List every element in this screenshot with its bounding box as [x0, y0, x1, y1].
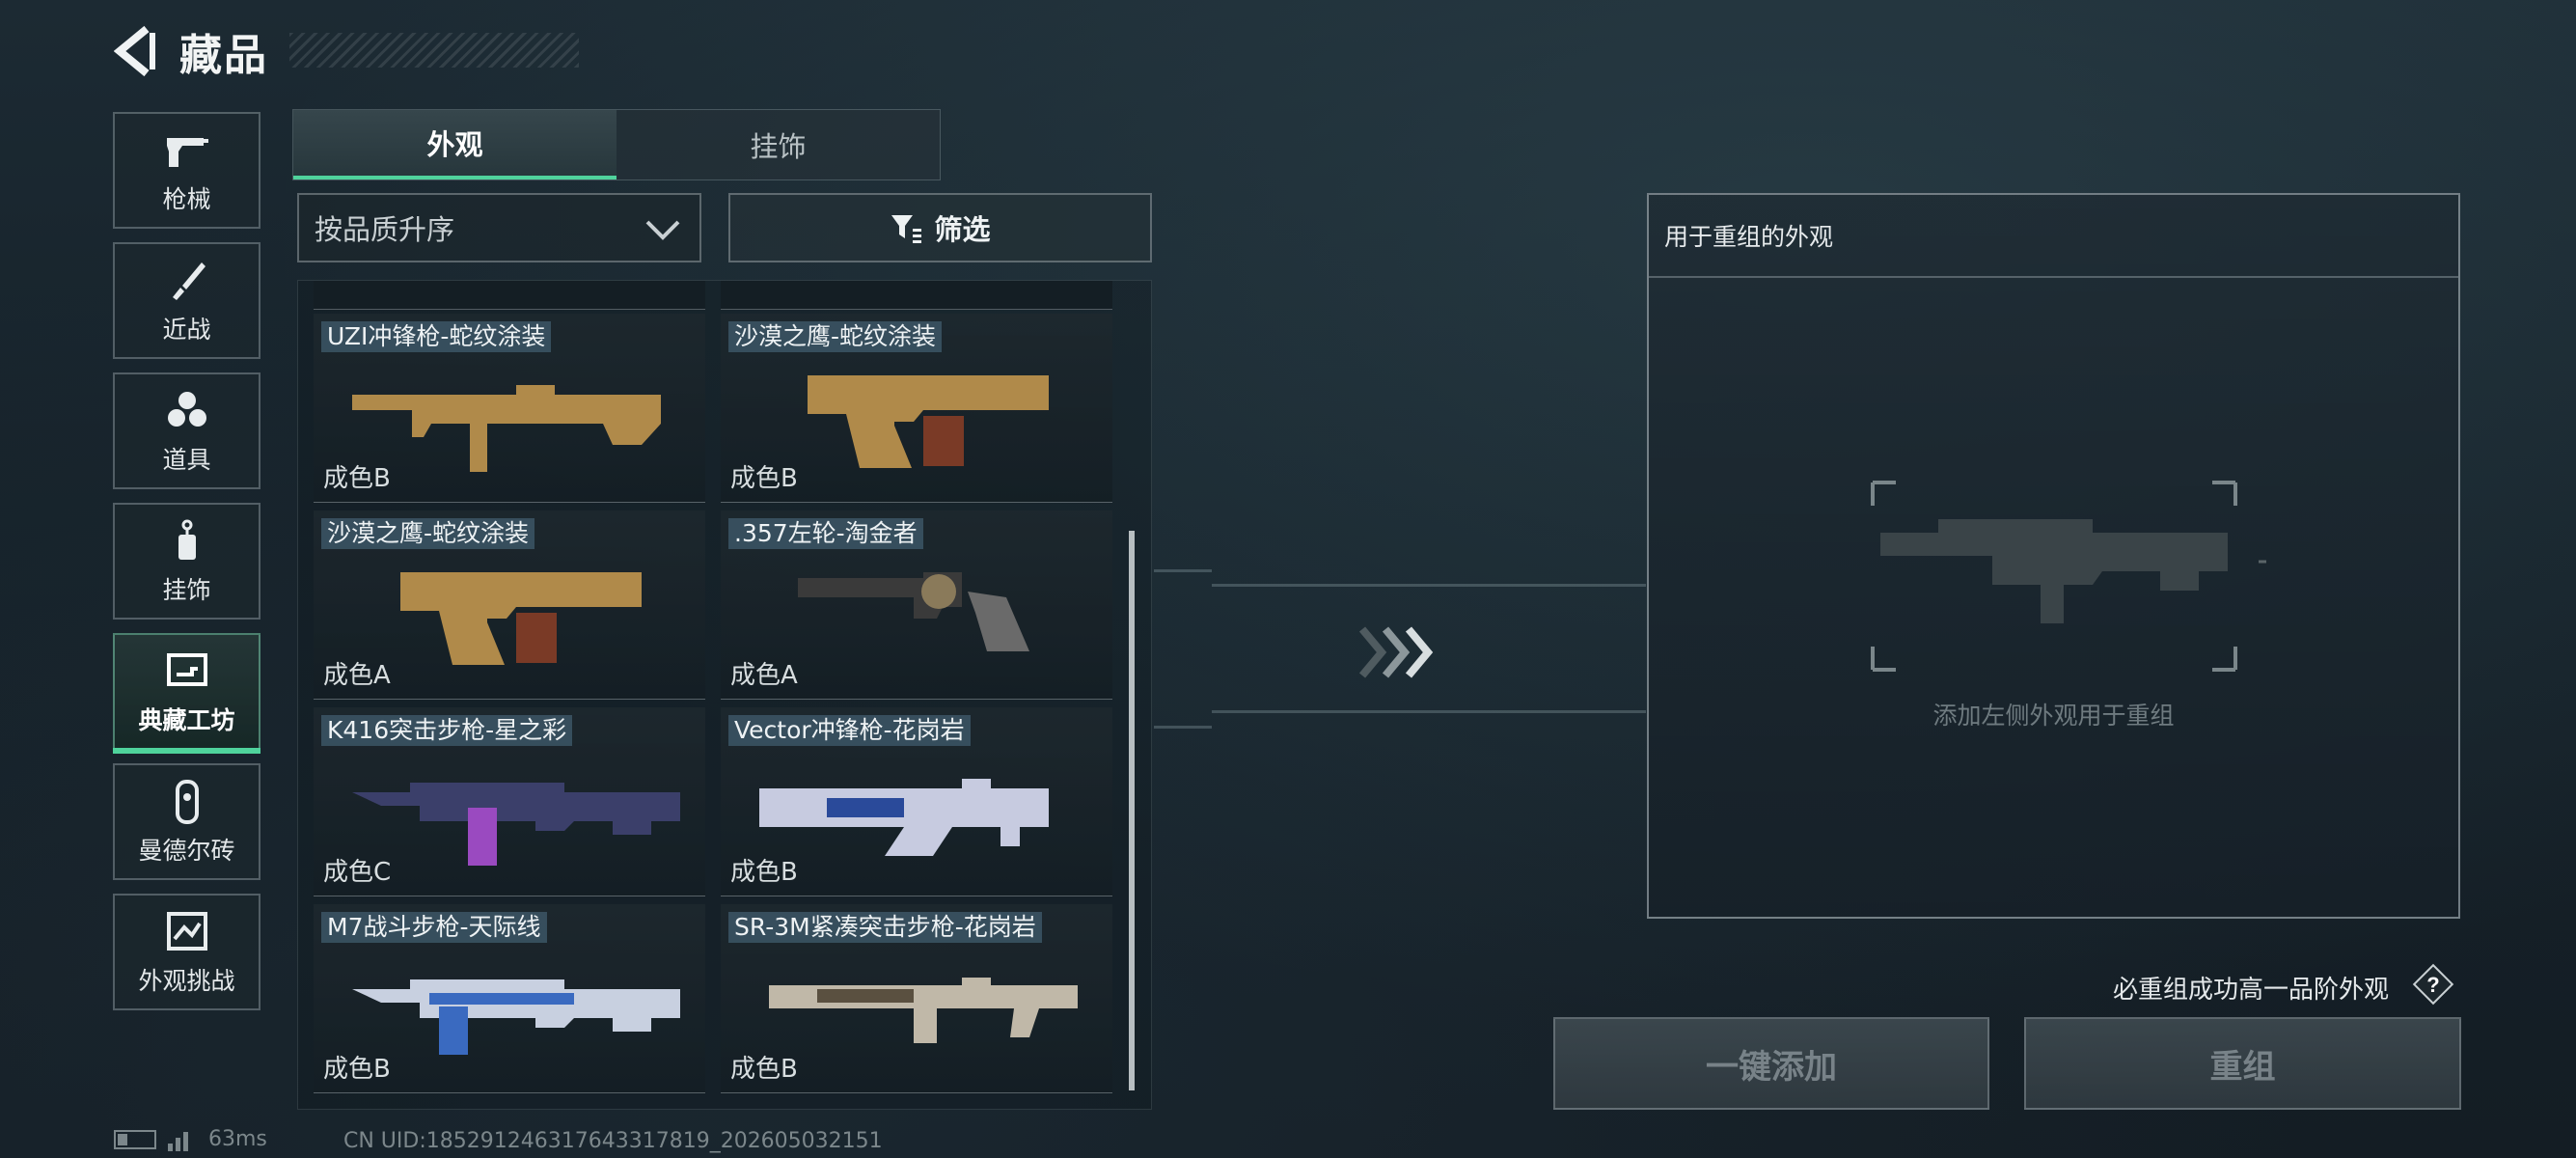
skin-name: .357左轮-淘金者 [728, 518, 923, 549]
recompose-note: 必重组成功高一品阶外观 [2113, 976, 2390, 1005]
pistol-icon [400, 572, 642, 665]
signal-icon [168, 1131, 188, 1151]
connector-line [1212, 584, 1646, 587]
header: 藏品 [113, 25, 268, 80]
skin-name: K416突击步枪-星之彩 [321, 715, 573, 746]
category-workshop[interactable]: 典藏工坊 [113, 633, 260, 754]
filter-button[interactable]: 筛选 [728, 193, 1152, 262]
brick-icon [161, 778, 213, 826]
category-mandel-brick[interactable]: 曼德尔砖 [113, 763, 260, 880]
pistol-icon [808, 375, 1049, 468]
skin-card[interactable]: Vector冲锋枪-花岗岩 成色B [721, 707, 1112, 896]
rifle-icon [769, 978, 1078, 1043]
category-label: 典藏工坊 [138, 705, 235, 734]
status-bar: 63ms [114, 1127, 267, 1151]
chevron-down-icon [645, 220, 680, 240]
connector-line [1154, 726, 1212, 729]
grid-scrollbar[interactable] [1129, 531, 1135, 1090]
header-decoration [289, 33, 579, 68]
filter-icon [891, 215, 922, 243]
smg-icon [759, 779, 1049, 856]
panel-divider [1649, 276, 2458, 278]
skin-card[interactable]: SR-3M紧凑突击步枪-花岗岩 成色B [721, 904, 1112, 1093]
skin-card[interactable]: 沙漠之鹰-蛇纹涂装 成色A [314, 510, 705, 700]
category-charms[interactable]: 挂饰 [113, 503, 260, 620]
category-label: 曼德尔砖 [138, 836, 235, 865]
skin-name: 沙漠之鹰-蛇纹涂装 [321, 518, 535, 549]
back-arrow-icon[interactable] [113, 25, 158, 77]
tab-bar: 外观 挂饰 [292, 109, 941, 180]
skin-grade: 成色A [323, 661, 391, 690]
svg-text:?: ? [2426, 973, 2439, 997]
skin-name: UZI冲锋枪-蛇纹涂装 [321, 321, 552, 352]
battery-icon [114, 1129, 156, 1149]
skin-grade: 成色B [730, 1055, 798, 1084]
skin-name: 沙漠之鹰-蛇纹涂装 [728, 321, 943, 352]
skin-name: Vector冲锋枪-花岗岩 [728, 715, 971, 746]
skin-card[interactable]: 沙漠之鹰-蛇纹涂装 成色B [721, 314, 1112, 503]
connector-line [1212, 710, 1646, 713]
add-all-button[interactable]: 一键添加 [1553, 1017, 1989, 1110]
grid-card-partial[interactable] [314, 281, 705, 310]
skin-card[interactable]: M7战斗步枪-天际线 成色B [314, 904, 705, 1093]
category-items[interactable]: 道具 [113, 372, 260, 489]
panel-title: 用于重组的外观 [1664, 223, 1834, 251]
panel-hint: 添加左侧外观用于重组 [1932, 702, 2175, 730]
skin-name: SR-3M紧凑突击步枪-花岗岩 [728, 912, 1042, 943]
filter-label: 筛选 [934, 213, 991, 246]
skin-grade: 成色B [323, 464, 391, 493]
sort-label: 按品质升序 [315, 213, 455, 246]
pistol-icon [161, 126, 213, 175]
recompose-panel: 用于重组的外观 添加左侧外观用于重组 [1647, 193, 2460, 919]
uid-text: CN UID:185291246317643317819_20260503215… [343, 1129, 883, 1153]
tab-charms[interactable]: 挂饰 [617, 110, 940, 179]
charm-icon [161, 517, 213, 565]
category-label: 挂饰 [162, 575, 211, 604]
knife-icon [161, 257, 213, 305]
category-label: 外观挑战 [138, 966, 235, 995]
ping-value: 63ms [208, 1127, 267, 1151]
help-icon[interactable]: ? [2412, 963, 2454, 1006]
tab-skins[interactable]: 外观 [293, 110, 617, 179]
grenade-cluster-icon [161, 387, 213, 435]
skin-grade: 成色C [323, 858, 392, 887]
category-guns[interactable]: 枪械 [113, 112, 260, 229]
category-label: 近战 [162, 315, 211, 344]
connector-line [1154, 569, 1212, 572]
category-skin-challenge[interactable]: 外观挑战 [113, 894, 260, 1010]
skin-name: M7战斗步枪-天际线 [321, 912, 547, 943]
skin-grade: 成色B [730, 464, 798, 493]
rifle-icon [352, 979, 680, 1055]
workshop-icon [161, 648, 213, 696]
skin-card[interactable]: .357左轮-淘金者 成色A [721, 510, 1112, 700]
revolver-icon [798, 572, 1029, 651]
smg-icon [352, 385, 661, 472]
skin-grade: 成色A [730, 661, 798, 690]
rifle-placeholder-icon[interactable] [1842, 465, 2266, 687]
rifle-icon [352, 783, 680, 866]
grid-card-partial[interactable] [721, 281, 1112, 310]
category-melee[interactable]: 近战 [113, 242, 260, 359]
skin-card[interactable]: UZI冲锋枪-蛇纹涂装 成色B [314, 314, 705, 503]
sort-dropdown[interactable]: 按品质升序 [297, 193, 701, 262]
recompose-button[interactable]: 重组 [2024, 1017, 2461, 1110]
category-label: 枪械 [162, 184, 211, 213]
page-title: 藏品 [179, 31, 268, 80]
category-label: 道具 [162, 445, 211, 474]
skin-grade: 成色B [323, 1055, 391, 1084]
arrow-right-icon [1358, 626, 1434, 678]
challenge-icon [161, 908, 213, 956]
skin-grade: 成色B [730, 858, 798, 887]
skin-grid: UZI冲锋枪-蛇纹涂装 成色B 沙漠之鹰-蛇纹涂装 成色B 沙漠之鹰-蛇纹涂装 … [297, 280, 1152, 1110]
skin-card[interactable]: K416突击步枪-星之彩 成色C [314, 707, 705, 896]
